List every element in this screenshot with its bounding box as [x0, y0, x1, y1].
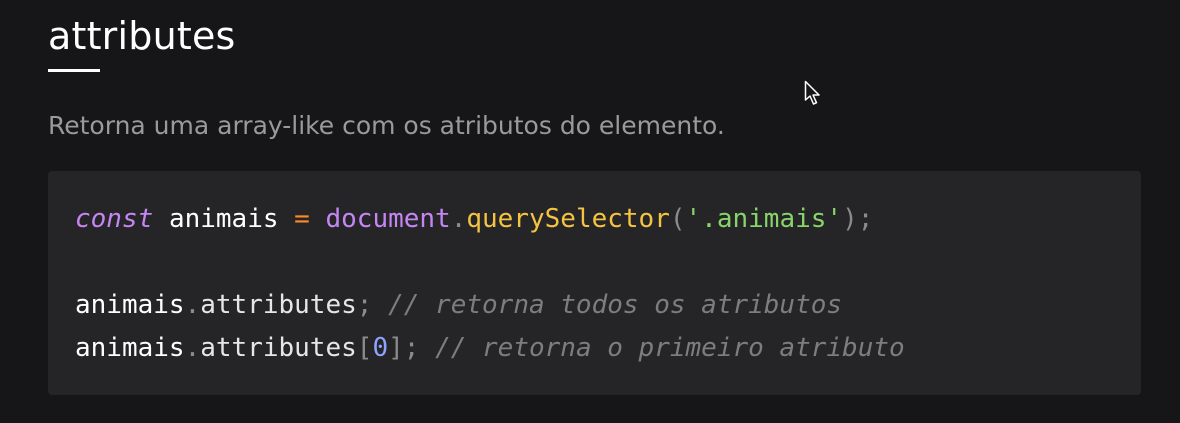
code-number: 0: [372, 333, 389, 363]
code-line-3: animais.attributes[0]; // retorna o prim…: [75, 333, 905, 363]
section-title: attributes: [48, 14, 236, 58]
code-open-bracket: [: [356, 333, 373, 363]
code-close-paren: ): [842, 204, 858, 234]
code-dot: .: [184, 333, 201, 363]
code-semicolon: ;: [356, 290, 373, 320]
code-dot: .: [184, 290, 201, 320]
code-property: attributes: [200, 333, 357, 363]
code-open-paren: (: [669, 204, 686, 234]
code-keyword: const: [75, 204, 154, 234]
code-object: animais: [75, 333, 185, 363]
code-method: querySelector: [466, 204, 670, 234]
code-operator: =: [294, 204, 310, 234]
code-variable: animais: [168, 204, 279, 234]
code-semicolon: ;: [403, 333, 420, 363]
title-underline: [48, 69, 100, 72]
code-line-2: animais.attributes; // retorna todos os …: [75, 290, 842, 320]
code-object: document: [325, 204, 451, 234]
code-comment: // retorna todos os atributos: [388, 290, 843, 320]
code-comment: // retorna o primeiro atributo: [435, 333, 905, 363]
code-object: animais: [75, 290, 185, 320]
mouse-pointer-icon: [804, 80, 820, 105]
code-dot: .: [450, 204, 467, 234]
code-close-bracket: ]: [388, 333, 404, 363]
code-string: '.animais': [685, 204, 843, 234]
section-description: Retorna uma array-like com os atributos …: [48, 111, 725, 140]
code-line-1: const animais = document.querySelector('…: [75, 204, 873, 234]
code-semicolon: ;: [857, 204, 874, 234]
code-block[interactable]: const animais = document.querySelector('…: [48, 171, 1141, 395]
code-property: attributes: [200, 290, 357, 320]
